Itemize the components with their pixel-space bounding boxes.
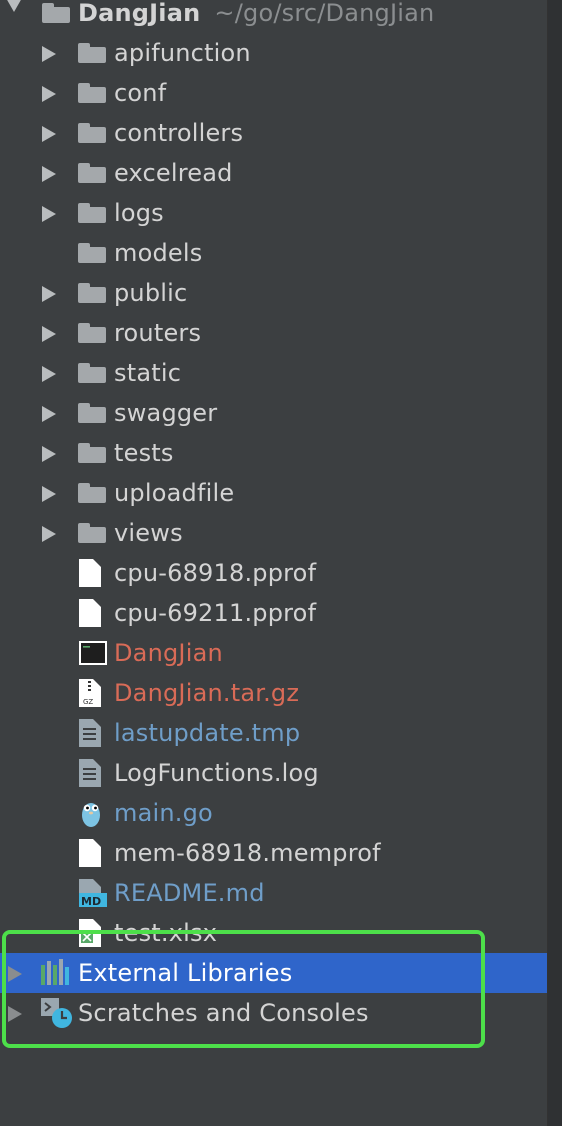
tree-item-label: DangJian.tar.gz [114,679,300,707]
tree-item-label: apifunction [114,39,251,67]
executable-file-icon [79,641,107,669]
tree-item-label: public [114,279,188,307]
expand-arrow-icon[interactable] [42,406,56,422]
tree-folder-row[interactable]: apifunction [0,33,548,73]
tree-item-label: README.md [114,879,265,907]
tree-item-label: conf [114,79,167,107]
folder-icon [78,443,106,463]
vertical-scrollbar[interactable] [547,0,562,1126]
tree-item-label: DangJian [114,639,223,667]
tree-folder-row[interactable]: tests [0,433,548,473]
tree-file-row[interactable]: main.go [0,793,548,833]
folder-icon [78,123,106,143]
markdown-file-icon: MD [79,879,107,911]
expand-arrow-icon[interactable] [42,46,56,62]
tree-item-label: mem-68918.memprof [114,839,381,867]
text-file-icon [79,759,101,791]
tree-folder-row[interactable]: swagger [0,393,548,433]
tree-file-row[interactable]: mem-68918.memprof [0,833,548,873]
tree-item-label: static [114,359,182,387]
tree-item-label: cpu-69211.pprof [114,599,317,627]
tree-file-row[interactable]: GZ DangJian.tar.gz [0,673,548,713]
folder-icon [78,523,106,543]
tree-folder-row[interactable]: controllers [0,113,548,153]
tree-folder-row[interactable]: views [0,513,548,553]
tree-item-label: main.go [114,799,213,827]
expand-arrow-icon[interactable] [42,86,56,102]
tree-folder-row[interactable]: conf [0,73,548,113]
file-icon [79,839,101,871]
text-file-icon [79,719,101,751]
svg-text:GZ: GZ [83,698,93,706]
project-root-label: DangJian ~/go/src/DangJian [78,0,434,33]
expand-arrow-icon[interactable] [42,486,56,502]
folder-icon [78,83,106,103]
tree-folder-row[interactable]: models [0,233,548,273]
tree-file-row[interactable]: MD README.md [0,873,548,913]
tree-file-row[interactable]: lastupdate.tmp [0,713,548,753]
tree-item-label: cpu-68918.pprof [114,559,317,587]
folder-icon [78,243,106,263]
project-name: DangJian [78,0,201,27]
tree-item-label: uploadfile [114,479,235,507]
folder-icon [78,323,106,343]
expand-arrow-icon[interactable] [42,166,56,182]
folder-icon [78,483,106,503]
tree-folder-row[interactable]: static [0,353,548,393]
project-path: ~/go/src/DangJian [214,0,435,27]
folder-icon [78,363,106,383]
folder-icon [78,403,106,423]
tree-folder-row[interactable]: uploadfile [0,473,548,513]
expand-arrow-icon[interactable] [42,366,56,382]
tree-item-label: views [114,519,183,547]
folder-icon [42,3,70,23]
tree-item-label: models [114,239,203,267]
tree-folder-row[interactable]: excelread [0,153,548,193]
svg-text:MD: MD [81,895,101,907]
tree-item-label: routers [114,319,202,347]
tree-item-label: LogFunctions.log [114,759,319,787]
project-tree-panel: DangJian ~/go/src/DangJian apifunction con… [0,0,548,1126]
tree-file-row[interactable]: cpu-68918.pprof [0,553,548,593]
go-gopher-icon [79,798,103,832]
expand-arrow-icon[interactable] [42,326,56,342]
tree-item-label: excelread [114,159,233,187]
expand-arrow-icon[interactable] [42,526,56,542]
folder-icon [78,43,106,63]
archive-file-icon: GZ [79,679,101,711]
tree-item-label: controllers [114,119,244,147]
file-icon [79,559,101,591]
expand-arrow-icon[interactable] [42,206,56,222]
expand-arrow-icon[interactable] [42,126,56,142]
folder-icon [78,283,106,303]
file-icon [79,599,101,631]
tree-file-row[interactable]: DangJian [0,633,548,673]
folder-icon [78,203,106,223]
tree-item-label: swagger [114,399,218,427]
expand-arrow-icon[interactable] [42,286,56,302]
tree-folder-row[interactable]: public [0,273,548,313]
tree-item-label: logs [114,199,164,227]
green-highlight-box [2,930,485,1048]
tree-item-label: lastupdate.tmp [114,719,301,747]
tree-file-row[interactable]: LogFunctions.log [0,753,548,793]
tree-item-label: tests [114,439,174,467]
tree-file-row[interactable]: cpu-69211.pprof [0,593,548,633]
expand-arrow-icon[interactable] [42,446,56,462]
tree-folder-row[interactable]: routers [0,313,548,353]
tree-folder-row[interactable]: logs [0,193,548,233]
folder-icon [78,163,106,183]
expand-arrow-icon[interactable] [6,0,22,12]
project-root-row[interactable]: DangJian ~/go/src/DangJian [0,0,548,33]
